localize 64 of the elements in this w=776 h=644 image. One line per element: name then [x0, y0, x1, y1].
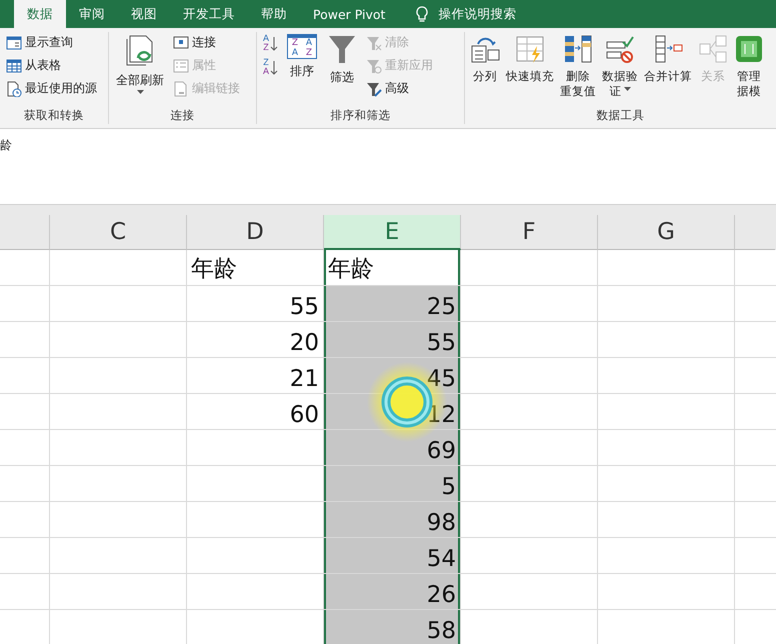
table-cell: 5	[324, 466, 461, 502]
ribbon-tab[interactable]: Power Pivot	[300, 0, 398, 28]
column-header[interactable]: E	[324, 215, 461, 250]
clear-filter-icon	[366, 34, 382, 50]
ribbon-button[interactable]: 管理 据模	[731, 32, 767, 101]
ribbon-button[interactable]: 快速填充	[503, 32, 557, 86]
group-label: 连接	[170, 108, 196, 124]
consolidate-icon	[653, 34, 683, 64]
filter-icon	[327, 34, 358, 65]
document-clock-icon	[6, 80, 22, 96]
ribbon-button[interactable]: 连接	[171, 32, 242, 53]
table-cell: 26	[324, 574, 461, 610]
column-header[interactable]: G	[598, 215, 735, 250]
ribbon-button[interactable]: 从表格	[4, 55, 99, 76]
search-field[interactable]: 操作说明搜索	[410, 0, 520, 28]
flash-fill-icon	[515, 34, 545, 64]
column-header[interactable]: C	[50, 215, 187, 250]
data-model-icon	[734, 34, 764, 64]
data-validation-icon	[605, 34, 635, 64]
ribbon-button[interactable]: 最近使用的源	[4, 78, 99, 99]
group-label: 数据工具	[596, 108, 646, 124]
properties-icon	[173, 58, 189, 74]
table-cell: 69	[324, 430, 461, 466]
sort-ascending-button[interactable]: A Z	[261, 32, 280, 54]
table-cell: 98	[324, 502, 461, 538]
ribbon-button[interactable]: 高级	[364, 78, 436, 99]
table-cell: 58	[324, 610, 461, 644]
group-label: 获取和转换	[23, 108, 85, 124]
ribbon-button[interactable]: 数据验 证	[599, 32, 641, 101]
ribbon-tab[interactable]: 数据	[14, 0, 66, 28]
ribbon-tab[interactable]: 视图	[118, 0, 170, 28]
table-cell: 25	[324, 286, 461, 322]
ribbon-button[interactable]: Z A A Z 排序	[284, 32, 320, 81]
table-cell: 55	[324, 322, 461, 358]
remove-duplicates-icon	[563, 34, 593, 64]
ribbon-tab[interactable]: 开发工具	[170, 0, 248, 28]
ribbon-button[interactable]: 筛选	[324, 32, 360, 87]
down-arrow-icon	[270, 36, 278, 50]
down-arrow-icon	[270, 60, 278, 74]
sort-descending-button[interactable]: Z A	[261, 56, 280, 78]
table-icon	[6, 34, 22, 50]
ribbon-button[interactable]: 合并计算	[641, 32, 695, 86]
ribbon-tab[interactable]: 审阅	[66, 0, 118, 28]
document-link-icon	[173, 80, 189, 96]
caret-icon	[136, 90, 144, 94]
formula-bar-text[interactable]: 龄	[0, 138, 12, 152]
ribbon-button[interactable]: 显示查询	[4, 32, 99, 53]
column-header[interactable]: F	[461, 215, 598, 250]
table-grid-icon	[6, 58, 22, 74]
column-header[interactable]	[0, 215, 50, 250]
reapply-filter-icon	[366, 58, 382, 74]
ribbon-button[interactable]: 删除 重复值	[557, 32, 599, 101]
table-cell: 54	[324, 538, 461, 574]
ribbon-button[interactable]: 全部刷新	[113, 32, 167, 101]
ribbon-button[interactable]: 分列	[467, 32, 503, 86]
lightbulb-icon	[414, 5, 430, 23]
column-header[interactable]: D	[187, 215, 324, 250]
ribbon-tab[interactable]: 帮助	[248, 0, 300, 28]
advanced-filter-icon	[366, 80, 382, 96]
group-label: 排序和筛选	[330, 108, 392, 124]
table-cell: 年龄	[324, 250, 461, 286]
caret-icon	[624, 87, 630, 91]
relationships-icon	[698, 34, 728, 64]
connection-icon	[173, 34, 189, 50]
